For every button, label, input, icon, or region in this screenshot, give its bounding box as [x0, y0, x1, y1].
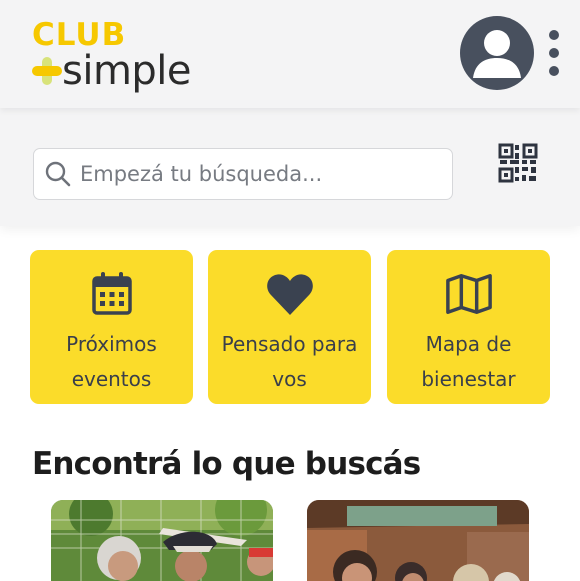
search-icon — [43, 159, 73, 189]
tile-label: Pensado para vos — [208, 327, 371, 397]
menu-dot — [549, 30, 559, 40]
menu-dot — [549, 66, 559, 76]
logo-plus-icon — [32, 57, 62, 85]
app-screen: CLUB simple Empezá tu búsqueda... Próxim… — [0, 0, 580, 581]
section-title: Encontrá lo que buscás — [32, 446, 421, 482]
search-input[interactable] — [73, 149, 452, 199]
tile-label-line2: bienestar — [421, 367, 516, 391]
tile-label-line1: Pensado para — [221, 332, 358, 356]
tile-pensado-para-vos[interactable]: Pensado para vos — [208, 250, 371, 404]
heart-icon — [266, 270, 314, 318]
tile-mapa-de-bienestar[interactable]: Mapa de bienestar — [387, 250, 550, 404]
logo-simple-text: simple — [62, 48, 192, 94]
user-avatar-icon[interactable] — [460, 16, 534, 90]
calendar-icon — [88, 270, 136, 318]
content-card-1[interactable] — [51, 500, 273, 581]
search-bar-area — [0, 108, 580, 226]
menu-dot — [549, 48, 559, 58]
photo-icon — [51, 500, 273, 581]
app-header: CLUB simple — [0, 0, 580, 108]
club-simple-logo[interactable]: CLUB simple — [30, 16, 230, 96]
tile-label-line1: Mapa de — [425, 332, 512, 356]
vertical-dots-icon[interactable] — [544, 30, 564, 76]
map-icon — [445, 270, 493, 318]
tile-label-line1: Próximos — [66, 332, 157, 356]
tile-label: Mapa de bienestar — [387, 327, 550, 397]
tile-label-line2: vos — [272, 367, 307, 391]
tile-label: Próximos eventos — [30, 327, 193, 397]
photo-icon — [307, 500, 529, 581]
content-card-2[interactable] — [307, 500, 529, 581]
search-box[interactable] — [33, 148, 453, 200]
quick-links: Próximos eventos Pensado para vos Mapa d… — [30, 250, 550, 404]
qr-code-icon[interactable] — [496, 141, 540, 185]
tile-proximos-eventos[interactable]: Próximos eventos — [30, 250, 193, 404]
tile-label-line2: eventos — [71, 367, 152, 391]
